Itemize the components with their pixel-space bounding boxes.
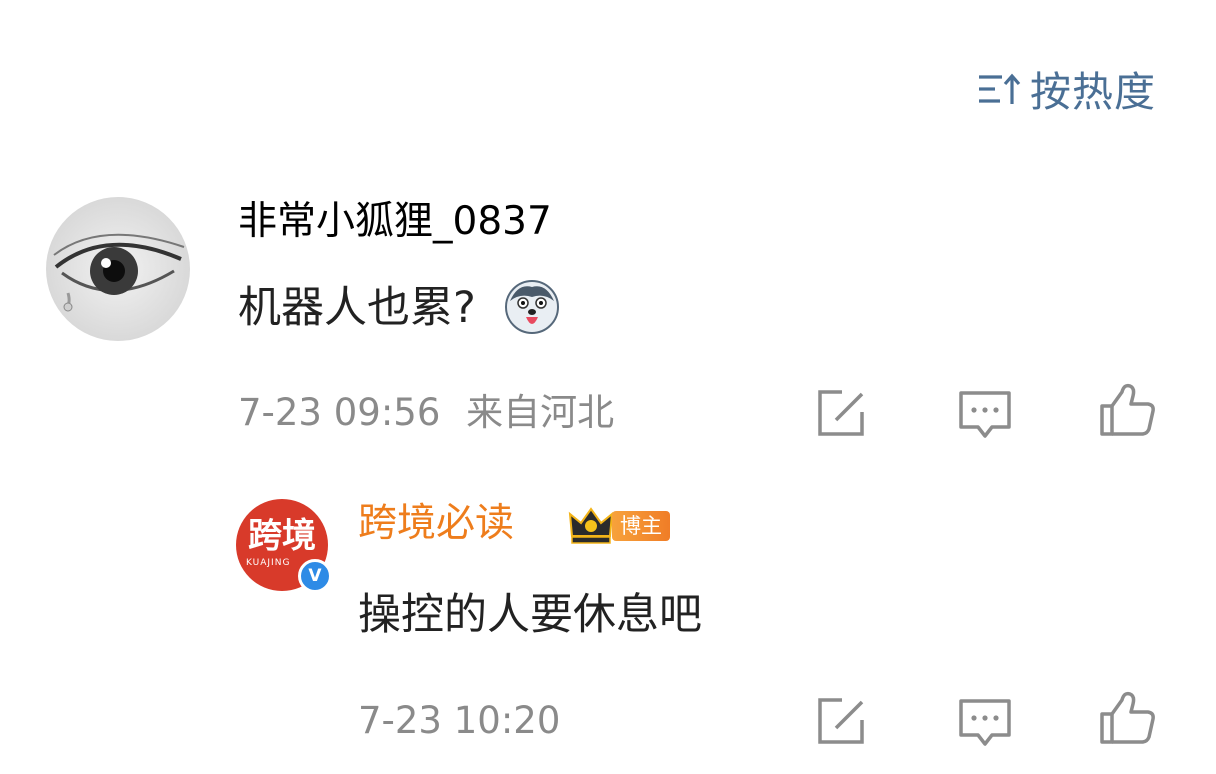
husky-emoji	[504, 279, 560, 335]
reply-time: 7-23 10:20	[358, 699, 561, 742]
reply-text: 操控的人要休息吧	[358, 590, 702, 640]
share-icon[interactable]	[812, 384, 870, 442]
comment-meta: 7-23 09:56 来自河北	[238, 388, 614, 438]
verified-badge-icon: V	[298, 559, 332, 593]
avatar-logo-subtext: KUAJING	[246, 558, 291, 568]
eye-image	[53, 233, 185, 312]
sort-by-heat-button[interactable]: 按热度	[976, 66, 1156, 118]
crown-icon	[568, 507, 614, 544]
share-icon[interactable]	[812, 692, 870, 750]
reply-username[interactable]: 跨境必读	[358, 498, 514, 550]
blogger-badge: 博主	[568, 506, 670, 546]
comment-time: 7-23 09:56	[238, 391, 441, 434]
comment-icon[interactable]	[956, 384, 1014, 442]
avatar[interactable]	[46, 197, 190, 341]
like-icon[interactable]	[1098, 380, 1156, 438]
sort-icon	[976, 70, 1022, 114]
blogger-badge-label: 博主	[612, 511, 670, 541]
sort-label: 按热度	[1030, 68, 1156, 116]
comment-icon[interactable]	[956, 692, 1014, 750]
avatar[interactable]: 跨境 KUAJING V	[236, 499, 332, 593]
comment-text-content: 机器人也累?	[238, 283, 476, 333]
avatar-logo-text: 跨境	[248, 516, 316, 556]
comment-location: 来自河北	[466, 391, 615, 434]
comment-username[interactable]: 非常小狐狸_0837	[238, 196, 552, 248]
comment-text: 机器人也累?	[238, 278, 560, 339]
like-icon[interactable]	[1098, 688, 1156, 746]
